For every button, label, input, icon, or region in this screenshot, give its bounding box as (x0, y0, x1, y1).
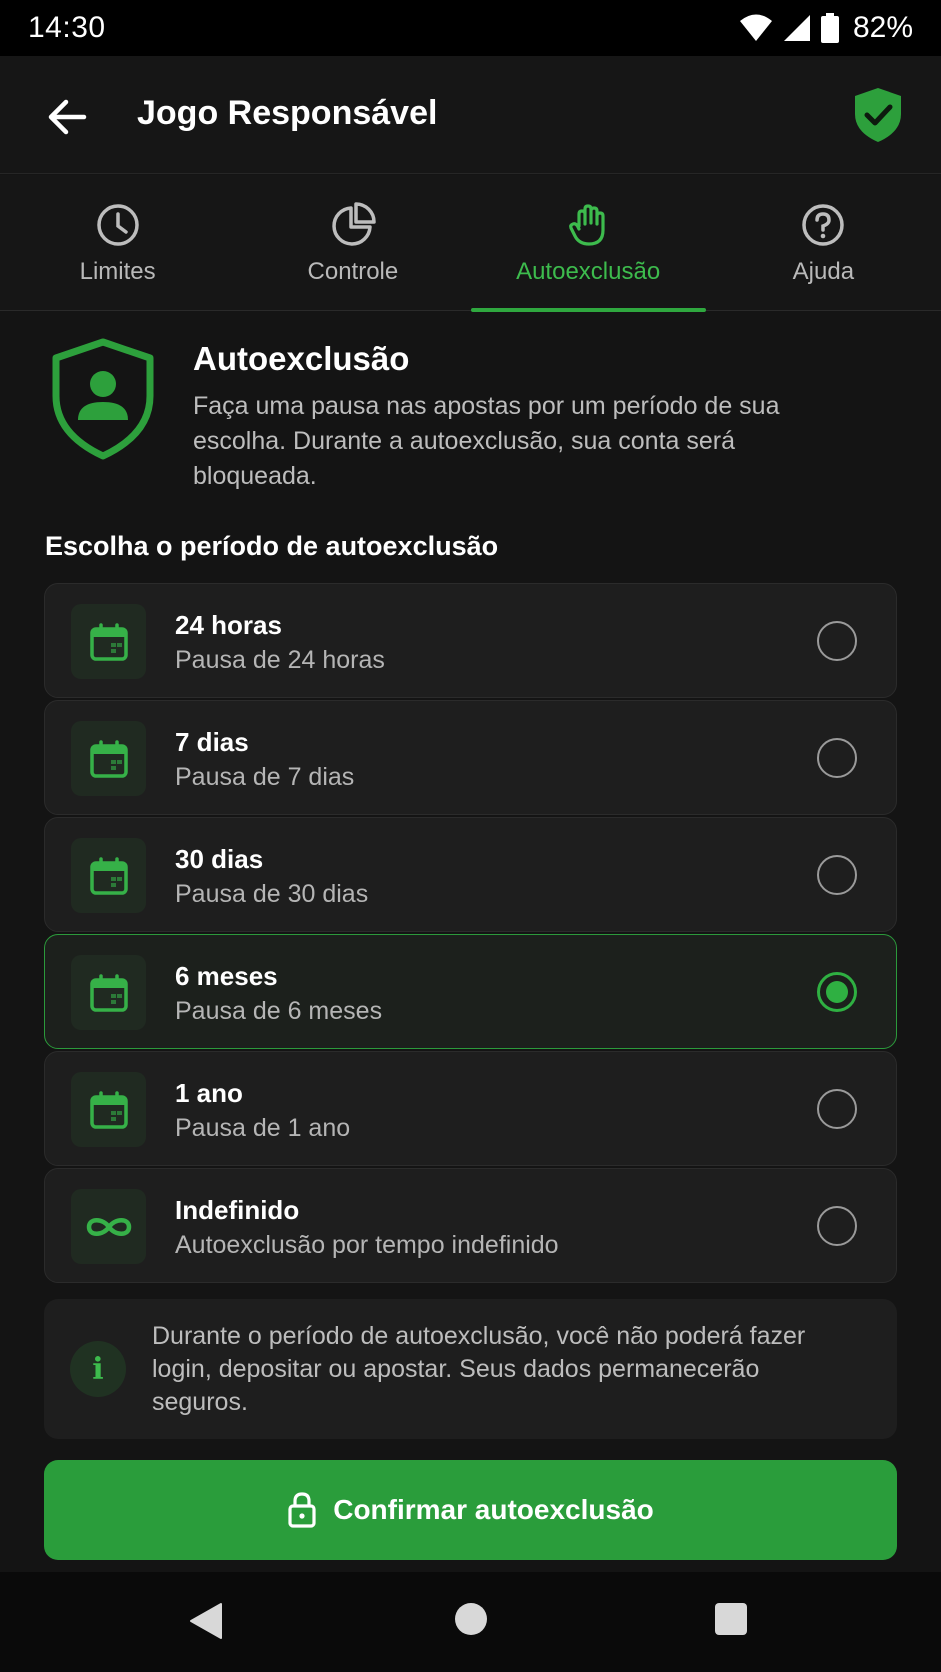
option-icon-box (71, 721, 146, 796)
arrow-left-icon (48, 99, 87, 135)
status-time: 14:30 (28, 11, 106, 44)
tab-bar: Limites Controle Autoexclusão Ajuda (0, 175, 941, 312)
option-title: 1 ano (175, 1078, 243, 1108)
option-icon-box (71, 838, 146, 913)
option-24-horas[interactable]: 24 horas Pausa de 24 horas (44, 583, 897, 698)
tab-autoexclusao[interactable]: Autoexclusão (470, 175, 707, 312)
option-subtitle: Pausa de 30 dias (175, 880, 369, 908)
tab-limites[interactable]: Limites (0, 175, 235, 311)
option-subtitle: Autoexclusão por tempo indefinido (175, 1231, 559, 1259)
option-title: 6 meses (175, 961, 278, 991)
app-bar: Jogo Responsável (0, 56, 941, 174)
info-icon: i (70, 1341, 126, 1397)
shield-user-icon (52, 338, 154, 460)
radio-button-selected[interactable] (817, 972, 857, 1012)
option-title: 30 dias (175, 844, 264, 874)
calendar-icon (89, 973, 128, 1012)
tab-controle[interactable]: Controle (235, 175, 470, 311)
tab-ajuda[interactable]: Ajuda (706, 175, 941, 311)
radio-button[interactable] (817, 1089, 857, 1129)
intro-title: Autoexclusão (193, 340, 410, 377)
battery-percent: 82% (852, 11, 913, 44)
infinity-icon (86, 1217, 131, 1236)
info-text: Durante o período de autoexclusão, você … (152, 1322, 806, 1416)
nav-recents-icon[interactable] (715, 1603, 747, 1635)
battery-icon (820, 13, 839, 43)
option-6-meses[interactable]: 6 meses Pausa de 6 meses (44, 934, 897, 1049)
option-icon-box (71, 1072, 146, 1147)
option-1-ano[interactable]: 1 ano Pausa de 1 ano (44, 1051, 897, 1166)
option-subtitle: Pausa de 7 dias (175, 763, 355, 791)
nav-home-icon[interactable] (455, 1603, 487, 1635)
status-icons: 82% (739, 11, 913, 45)
calendar-icon (89, 856, 128, 895)
shield-status-button[interactable] (852, 86, 904, 144)
tab-label: Ajuda (792, 258, 855, 285)
signal-icon (783, 15, 810, 41)
radio-button[interactable] (817, 621, 857, 661)
page-title: Jogo Responsável (137, 94, 438, 132)
option-subtitle: Pausa de 24 horas (175, 646, 385, 674)
wifi-icon (739, 14, 772, 41)
clock-icon (96, 204, 139, 246)
tab-label: Limites (79, 258, 156, 285)
radio-button[interactable] (817, 855, 857, 895)
confirm-self-exclusion-button[interactable]: Confirmar autoexclusão (44, 1460, 897, 1560)
section-label: Escolha o período de autoexclusão (45, 531, 499, 561)
option-indefinido[interactable]: Indefinido Autoexclusão por tempo indefi… (44, 1168, 897, 1283)
lock-icon (288, 1492, 316, 1528)
option-icon-box (71, 604, 146, 679)
shield-check-icon (855, 88, 901, 142)
back-button[interactable] (44, 94, 90, 140)
option-icon-box (71, 955, 146, 1030)
option-subtitle: Pausa de 6 meses (175, 997, 383, 1025)
tab-label: Autoexclusão (516, 258, 661, 285)
status-bar: 14:30 82% (0, 0, 941, 56)
nav-back-icon[interactable] (188, 1602, 224, 1640)
tab-label: Controle (307, 258, 399, 285)
option-30-dias[interactable]: 30 dias Pausa de 30 dias (44, 817, 897, 932)
help-icon (802, 204, 845, 246)
pie-chart-icon (332, 202, 376, 246)
intro-description: Faça uma pausa nas apostas por um períod… (193, 392, 780, 490)
option-7-dias[interactable]: 7 dias Pausa de 7 dias (44, 700, 897, 815)
option-icon-box (71, 1189, 146, 1264)
info-notice: i Durante o período de autoexclusão, voc… (44, 1299, 897, 1439)
option-subtitle: Pausa de 1 ano (175, 1114, 351, 1142)
calendar-icon (89, 622, 128, 661)
option-title: Indefinido (175, 1195, 300, 1225)
radio-button[interactable] (817, 738, 857, 778)
calendar-icon (89, 739, 128, 778)
hand-icon (569, 204, 605, 246)
confirm-button-label: Confirmar autoexclusão (333, 1494, 654, 1525)
option-title: 24 horas (175, 610, 282, 640)
option-title: 7 dias (175, 727, 249, 757)
radio-button[interactable] (817, 1206, 857, 1246)
calendar-icon (89, 1090, 128, 1129)
system-nav-bar (0, 1572, 941, 1672)
